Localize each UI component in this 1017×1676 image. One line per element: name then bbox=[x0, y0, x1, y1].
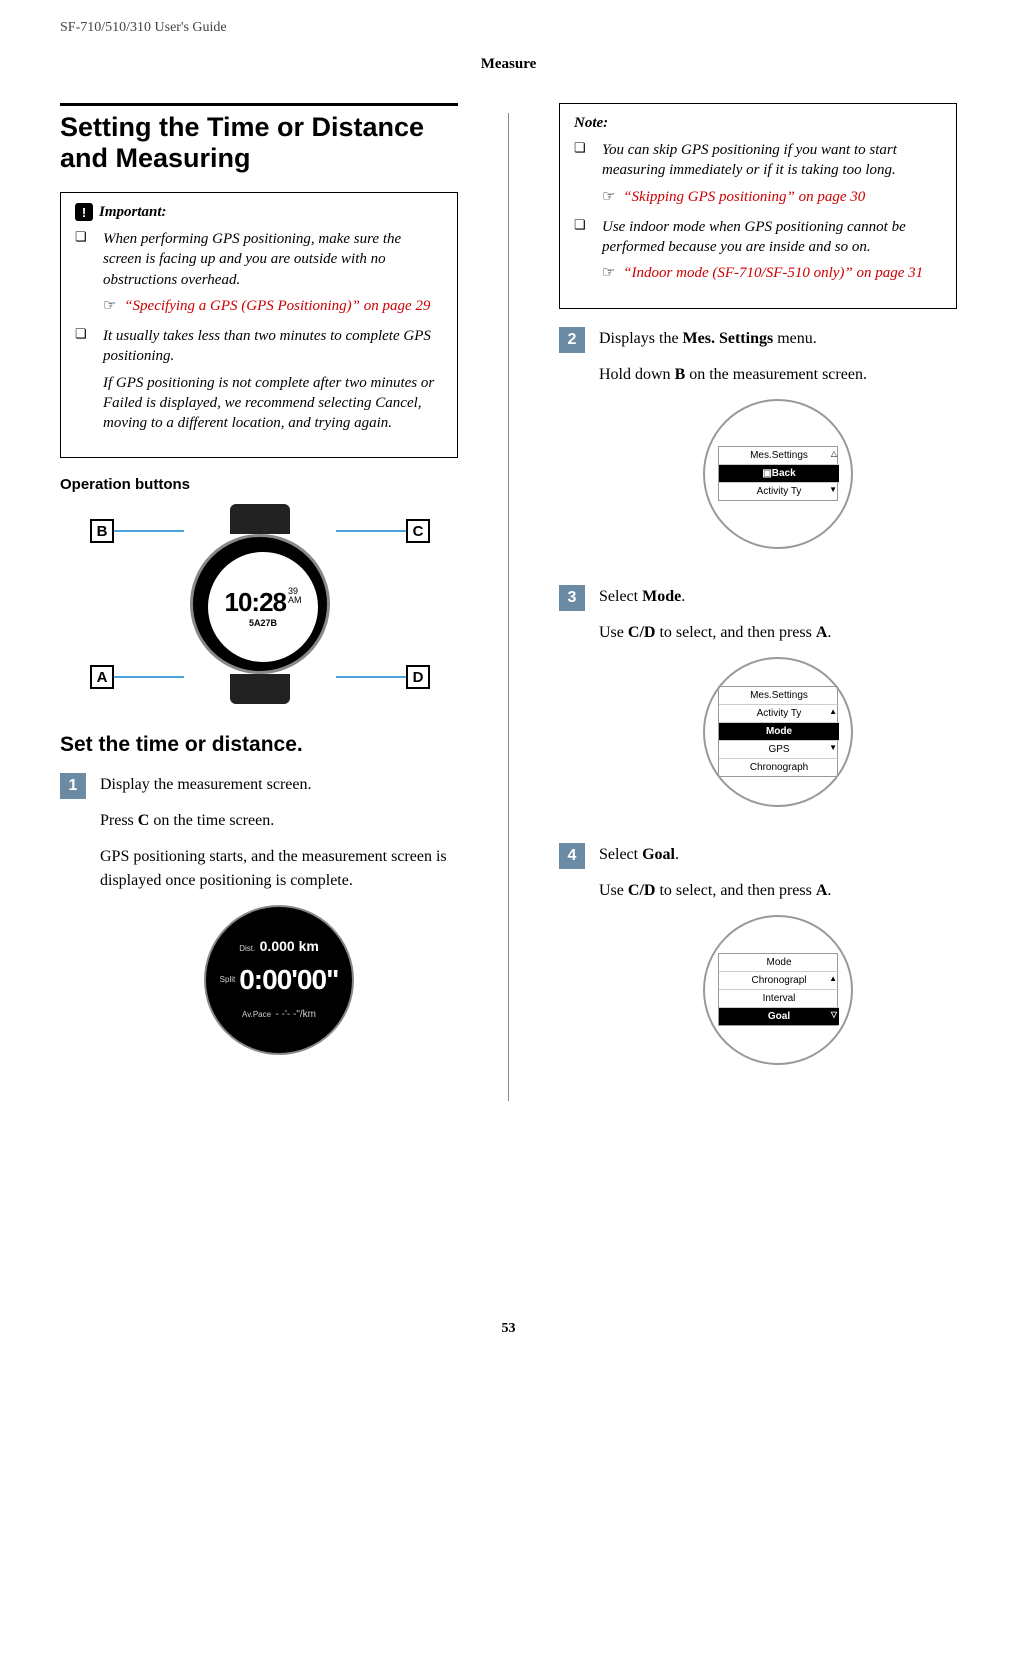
step-1-lead: Display the measurement screen. bbox=[100, 773, 458, 797]
button-label-c: C bbox=[406, 519, 430, 543]
mes-settings-screen: Mes.Settings△ ▣Back Activity Ty▼ bbox=[703, 399, 853, 549]
note-item-1: You can skip GPS positioning if you want… bbox=[602, 140, 942, 213]
step-number: 2 bbox=[559, 327, 585, 353]
button-line bbox=[114, 676, 184, 678]
step-1-p2: Press C on the time screen. bbox=[100, 809, 458, 833]
watch-strap bbox=[230, 504, 290, 534]
screen-title: Mes.Settings bbox=[719, 687, 839, 704]
step-1-p3: GPS positioning starts, and the measurem… bbox=[100, 845, 458, 893]
important-item-2-followup: If GPS positioning is not complete after… bbox=[103, 373, 443, 434]
note-label: Note: bbox=[574, 115, 608, 132]
pace-value: - -'- -"/km bbox=[276, 1009, 316, 1020]
watch-diagram: B C A D 10:28 39 AM bbox=[90, 499, 430, 709]
step-2-p2: Hold down B on the measurement screen. bbox=[599, 363, 957, 387]
column-divider bbox=[508, 113, 509, 1101]
bullet-icon: ❏ bbox=[574, 217, 590, 290]
important-icon: ! bbox=[75, 203, 93, 221]
screen-row: Chronograph bbox=[719, 758, 839, 776]
watch-time: 10:28 bbox=[225, 587, 287, 618]
note-item-2-text: Use indoor mode when GPS positioning can… bbox=[602, 217, 942, 258]
button-label-b: B bbox=[90, 519, 114, 543]
screen-row: Activity Ty▼ bbox=[719, 482, 839, 500]
watch-face: 10:28 39 AM 5A27B bbox=[190, 534, 330, 674]
screen-row: Activity Ty▲ bbox=[719, 704, 839, 722]
note-box: Note: ❏ You can skip GPS positioning if … bbox=[559, 103, 957, 309]
goal-select-screen: Mode Chronograpl▲ Interval Goal▽ bbox=[703, 915, 853, 1065]
up-arrow-icon: ▲ bbox=[829, 706, 837, 718]
up-arrow-icon: ▲ bbox=[829, 973, 837, 985]
note-link-2[interactable]: “Indoor mode (SF-710/SF-510 only)” on pa… bbox=[623, 265, 923, 281]
pointer-icon: ☞ bbox=[602, 264, 615, 281]
important-link-1[interactable]: “Specifying a GPS (GPS Positioning)” on … bbox=[124, 298, 430, 314]
button-label-d: D bbox=[406, 665, 430, 689]
important-item-2: It usually takes less than two minutes t… bbox=[103, 326, 443, 439]
screen-highlight: ▣Back bbox=[719, 464, 839, 482]
step-number: 1 bbox=[60, 773, 86, 799]
right-column: Note: ❏ You can skip GPS positioning if … bbox=[559, 103, 957, 1101]
step-3-lead: Select Mode. bbox=[599, 585, 957, 609]
left-column: Setting the Time or Distance and Measuri… bbox=[60, 103, 458, 1101]
screen-row: GPS▼ bbox=[719, 740, 839, 758]
step-4-p2: Use C/D to select, and then press A. bbox=[599, 879, 957, 903]
mode-select-screen: Mes.Settings Activity Ty▲ Mode GPS▼ Chro… bbox=[703, 657, 853, 807]
time-value: 0:00'00" bbox=[239, 959, 338, 1001]
button-line bbox=[114, 530, 184, 532]
down-arrow-icon: ▽ bbox=[831, 1009, 837, 1021]
screen-row: Chronograpl▲ bbox=[719, 971, 839, 989]
watch-strap bbox=[230, 674, 290, 704]
pace-label: Av.Pace bbox=[242, 1010, 271, 1019]
step-number: 3 bbox=[559, 585, 585, 611]
dist-value: 0.000 km bbox=[260, 938, 319, 954]
pointer-icon: ☞ bbox=[602, 188, 615, 205]
important-item-1: When performing GPS positioning, make su… bbox=[103, 229, 443, 322]
step-3: 3 Select Mode. Use C/D to select, and th… bbox=[559, 585, 957, 827]
step-3-p2: Use C/D to select, and then press A. bbox=[599, 621, 957, 645]
header-product: SF-710/510/310 User's Guide bbox=[60, 20, 957, 44]
step-2-lead: Displays the Mes. Settings menu. bbox=[599, 327, 957, 351]
button-label-a: A bbox=[90, 665, 114, 689]
button-line bbox=[336, 676, 406, 678]
important-box: ! Important: ❏ When performing GPS posit… bbox=[60, 192, 458, 458]
screen-title: Mes.Settings△ bbox=[719, 447, 839, 464]
important-label: ! Important: bbox=[75, 203, 167, 221]
sub-title: Set the time or distance. bbox=[60, 733, 458, 757]
screen-highlight: Mode bbox=[719, 722, 839, 740]
important-item-1-text: When performing GPS positioning, make su… bbox=[103, 229, 443, 290]
watch-ampm: AM bbox=[288, 596, 302, 605]
note-item-1-text: You can skip GPS positioning if you want… bbox=[602, 140, 942, 181]
step-number: 4 bbox=[559, 843, 585, 869]
watch-screen: 10:28 39 AM 5A27B bbox=[208, 552, 318, 662]
important-item-2-text: It usually takes less than two minutes t… bbox=[103, 326, 443, 367]
measurement-screen: Dist. 0.000 km Split 0:00'00" Av.Pace - … bbox=[204, 905, 354, 1055]
note-item-2: Use indoor mode when GPS positioning can… bbox=[602, 217, 942, 290]
main-title: Setting the Time or Distance and Measuri… bbox=[60, 103, 458, 174]
bullet-icon: ❏ bbox=[574, 140, 590, 213]
bullet-icon: ❏ bbox=[75, 326, 91, 439]
watch-date: 5A27B bbox=[249, 618, 277, 628]
screen-row: Interval bbox=[719, 989, 839, 1007]
up-arrow-icon: △ bbox=[831, 448, 837, 460]
split-label: Split bbox=[220, 974, 236, 986]
screen-highlight: Goal▽ bbox=[719, 1007, 839, 1025]
pointer-icon: ☞ bbox=[103, 297, 116, 314]
step-4: 4 Select Goal. Use C/D to select, and th… bbox=[559, 843, 957, 1085]
note-link-1[interactable]: “Skipping GPS positioning” on page 30 bbox=[623, 189, 865, 205]
screen-title: Mode bbox=[719, 954, 839, 971]
page-number: 53 bbox=[60, 1321, 957, 1337]
important-text: Important: bbox=[99, 204, 167, 221]
operation-buttons-label: Operation buttons bbox=[60, 476, 458, 493]
step-4-lead: Select Goal. bbox=[599, 843, 957, 867]
button-line bbox=[336, 530, 406, 532]
step-2: 2 Displays the Mes. Settings menu. Hold … bbox=[559, 327, 957, 569]
step-1: 1 Display the measurement screen. Press … bbox=[60, 773, 458, 1075]
bullet-icon: ❏ bbox=[75, 229, 91, 322]
section-header: Measure bbox=[60, 44, 957, 103]
down-arrow-icon: ▼ bbox=[829, 484, 837, 496]
dist-label: Dist. bbox=[239, 944, 255, 953]
watch-body: 10:28 39 AM 5A27B bbox=[180, 509, 340, 699]
down-arrow-icon: ▼ bbox=[829, 742, 837, 754]
